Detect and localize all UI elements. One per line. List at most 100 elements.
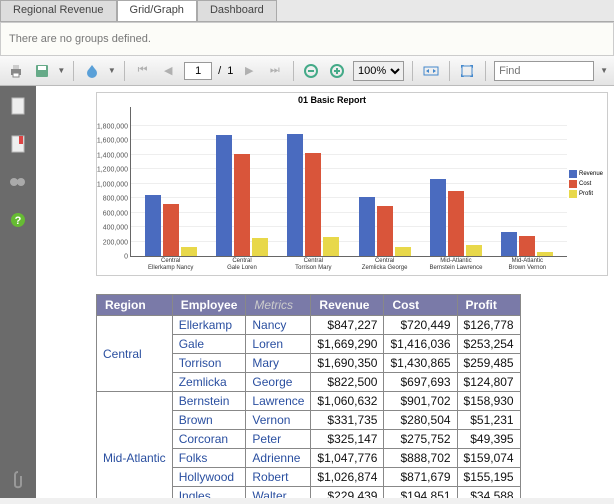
y-tick: 1,000,000 xyxy=(97,181,128,188)
column-header[interactable]: Revenue xyxy=(311,295,384,316)
cell: $1,690,350 xyxy=(311,354,384,373)
cell: $1,047,776 xyxy=(311,449,384,468)
legend-swatch xyxy=(569,170,577,178)
tab-grid-graph[interactable]: Grid/Graph xyxy=(117,0,197,21)
tab-dashboard[interactable]: Dashboard xyxy=(197,0,277,21)
report-content: 01 Basic Report 0200,000400,000600,00080… xyxy=(36,86,614,498)
category-label: Mid-AtlanticBernstein Lawrence xyxy=(420,256,491,271)
bar xyxy=(145,195,161,256)
cell: $1,026,874 xyxy=(311,468,384,487)
save-button[interactable] xyxy=(32,60,52,82)
table-row[interactable]: CentralEllerkampNancy$847,227$720,449$12… xyxy=(97,316,521,335)
cell: $259,485 xyxy=(457,354,520,373)
chart-legend: RevenueCostProfit xyxy=(567,93,607,275)
prev-page-button[interactable]: ◀ xyxy=(158,60,178,82)
zoom-out-button[interactable] xyxy=(302,60,322,82)
print-button[interactable] xyxy=(6,60,26,82)
chart-plot-area: CentralEllerkamp NancyCentralGale Loren C… xyxy=(131,107,567,257)
attachment-icon[interactable] xyxy=(8,470,28,490)
column-header[interactable]: Metrics xyxy=(246,295,311,316)
bar xyxy=(287,134,303,256)
separator xyxy=(124,61,125,81)
cell: $49,395 xyxy=(457,430,520,449)
category-label: Mid-AtlanticBrown Vernon xyxy=(492,256,563,271)
cell: $253,254 xyxy=(457,335,520,354)
export-dropdown-icon[interactable]: ▼ xyxy=(108,66,116,75)
y-tick: 200,000 xyxy=(103,239,128,246)
cell: Corcoran xyxy=(172,430,246,449)
zoom-select[interactable]: 100% xyxy=(353,61,404,81)
bar-chart: 0200,000400,000600,000800,0001,000,0001,… xyxy=(97,107,567,257)
next-page-button[interactable]: ▶ xyxy=(239,60,259,82)
tab-regional-revenue[interactable]: Regional Revenue xyxy=(0,0,117,21)
bar xyxy=(163,204,179,256)
bar-cluster: CentralZemlicka George xyxy=(349,197,420,256)
bar xyxy=(466,245,482,256)
bar xyxy=(501,232,517,256)
y-tick: 1,800,000 xyxy=(97,124,128,131)
bar-cluster: Mid-AtlanticBrown Vernon xyxy=(492,232,563,256)
cell: $331,735 xyxy=(311,411,384,430)
chart-y-axis: 0200,000400,000600,000800,0001,000,0001,… xyxy=(97,107,131,257)
bar xyxy=(305,153,321,256)
bar xyxy=(181,247,197,256)
zoom-in-button[interactable] xyxy=(327,60,347,82)
cell: $1,430,865 xyxy=(384,354,457,373)
legend-item: Cost xyxy=(569,180,605,188)
separator xyxy=(412,61,413,81)
cell: Loren xyxy=(246,335,311,354)
cell: $275,752 xyxy=(384,430,457,449)
gridline xyxy=(131,125,567,126)
legend-swatch xyxy=(569,190,577,198)
search-panel-icon[interactable] xyxy=(8,172,28,192)
cell: Zemlicka xyxy=(172,373,246,392)
export-button[interactable] xyxy=(82,60,102,82)
column-header[interactable]: Profit xyxy=(457,295,520,316)
bar-cluster: CentralGale Loren xyxy=(206,135,277,256)
category-label: CentralTorrison Mary xyxy=(278,256,349,271)
column-header[interactable]: Employee xyxy=(172,295,246,316)
first-page-button[interactable]: ⏮ xyxy=(133,60,153,82)
cell: $34,588 xyxy=(457,487,520,499)
cell: $888,702 xyxy=(384,449,457,468)
legend-label: Cost xyxy=(579,181,591,187)
help-icon[interactable]: ? xyxy=(8,210,28,230)
page-sep: / xyxy=(218,65,221,77)
page-number-input[interactable] xyxy=(184,62,212,80)
bar-cluster: CentralEllerkamp Nancy xyxy=(135,195,206,256)
bar xyxy=(448,191,464,256)
bar xyxy=(519,236,535,256)
cell: Mary xyxy=(246,354,311,373)
tab-bar: Regional Revenue Grid/Graph Dashboard xyxy=(0,0,614,22)
gridline xyxy=(131,183,567,184)
cell: Vernon xyxy=(246,411,311,430)
cell: Nancy xyxy=(246,316,311,335)
find-dropdown-icon[interactable]: ▼ xyxy=(600,66,608,75)
column-header[interactable]: Region xyxy=(97,295,173,316)
cell: Walter xyxy=(246,487,311,499)
category-label: CentralGale Loren xyxy=(206,256,277,271)
find-input[interactable] xyxy=(494,61,594,81)
table-row[interactable]: Mid-AtlanticBernsteinLawrence$1,060,632$… xyxy=(97,392,521,411)
chart-title: 01 Basic Report xyxy=(97,93,567,107)
bar xyxy=(323,237,339,256)
cell: Hollywood xyxy=(172,468,246,487)
svg-text:?: ? xyxy=(15,215,22,227)
cell: Robert xyxy=(246,468,311,487)
document-map-icon[interactable] xyxy=(8,96,28,116)
cell: Gale xyxy=(172,335,246,354)
cell: Brown xyxy=(172,411,246,430)
cell: $124,807 xyxy=(457,373,520,392)
last-page-button[interactable]: ⏭ xyxy=(265,60,285,82)
cell: $822,500 xyxy=(311,373,384,392)
save-dropdown-icon[interactable]: ▼ xyxy=(57,66,65,75)
table-body: CentralEllerkampNancy$847,227$720,449$12… xyxy=(97,316,521,499)
cell: $325,147 xyxy=(311,430,384,449)
cell: $871,679 xyxy=(384,468,457,487)
bar-cluster: Mid-AtlanticBernstein Lawrence xyxy=(420,179,491,256)
region-cell: Central xyxy=(97,316,173,392)
bookmark-icon[interactable] xyxy=(8,134,28,154)
column-header[interactable]: Cost xyxy=(384,295,457,316)
fit-width-button[interactable] xyxy=(421,60,441,82)
fit-page-button[interactable] xyxy=(458,60,478,82)
